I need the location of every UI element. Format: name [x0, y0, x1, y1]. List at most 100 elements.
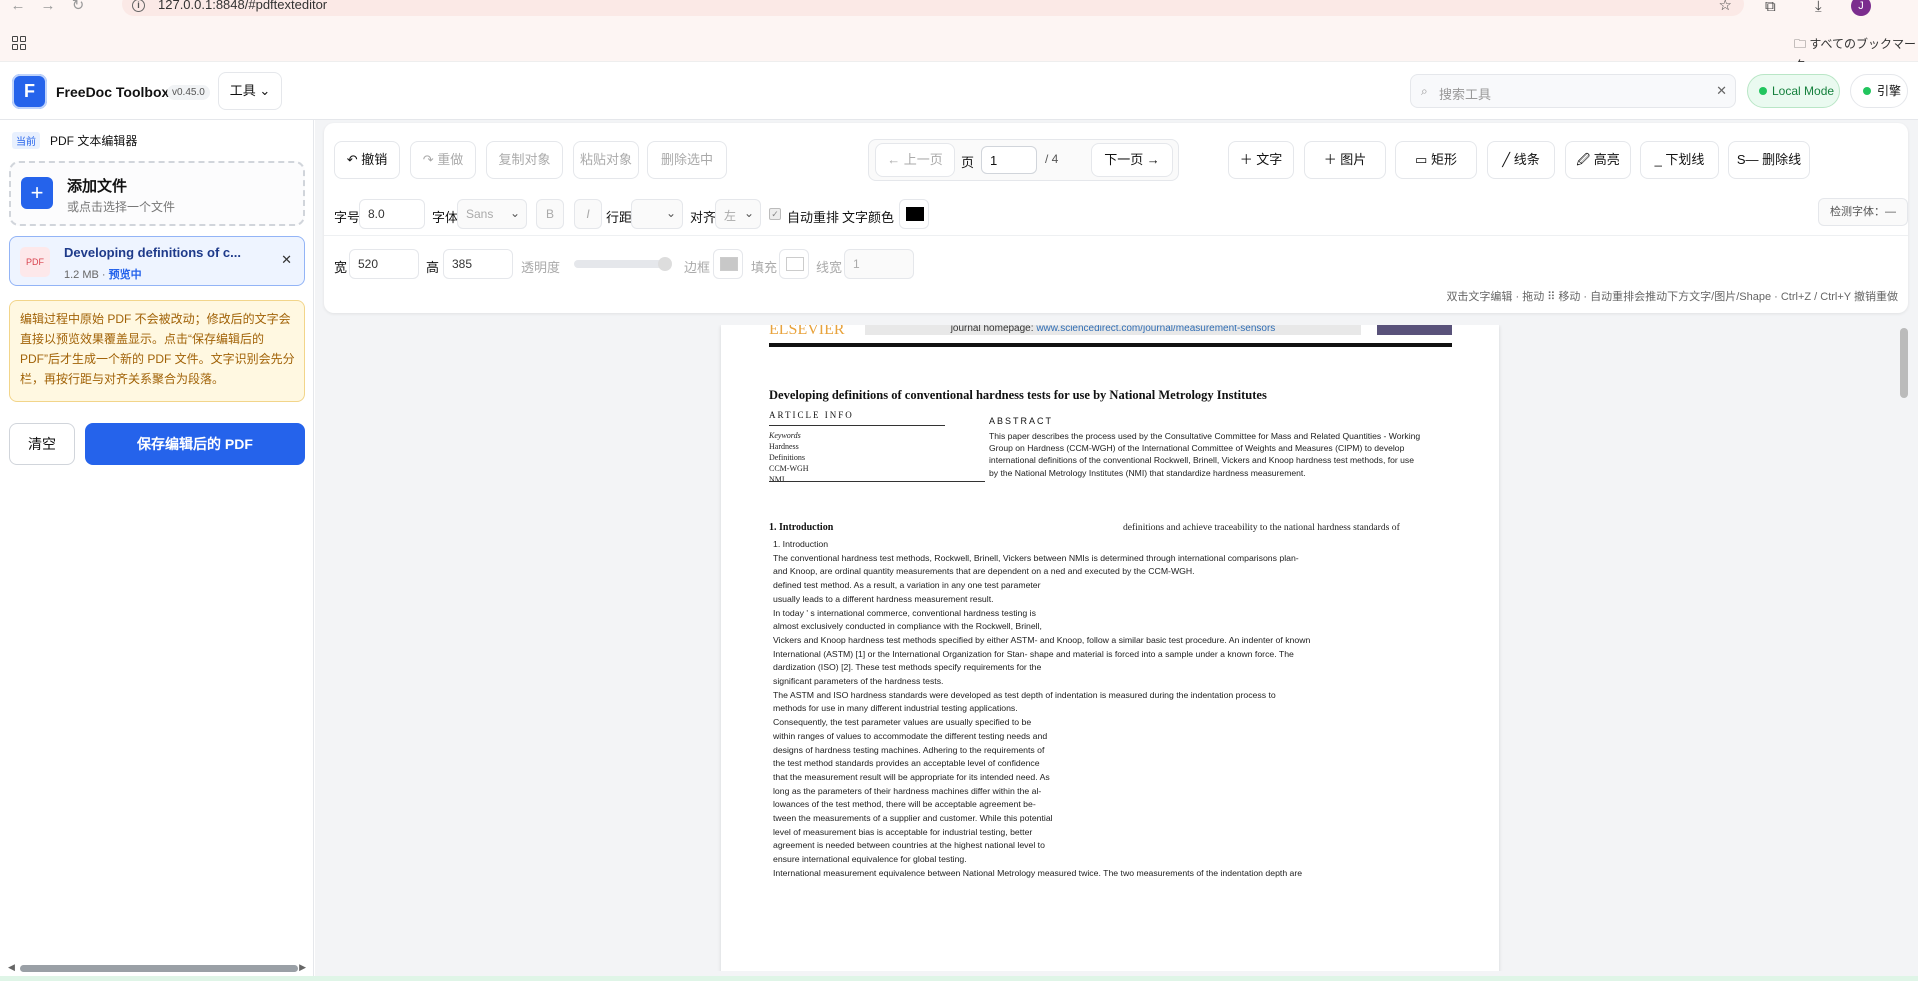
download-icon[interactable]: ⤓ — [1815, 0, 1822, 15]
text-line[interactable]: Consequently, the test parameter values … — [773, 716, 1463, 730]
text-line[interactable]: and Knoop, are ordinal quantity measurem… — [773, 565, 1463, 579]
reload-icon[interactable]: ↻ — [68, 0, 88, 14]
text-line[interactable]: significant parameters of the hardness t… — [773, 675, 1463, 689]
scroll-left-icon[interactable]: ◀ — [8, 962, 15, 973]
delete-selected-button[interactable]: 删除选中 — [647, 141, 727, 179]
text-line[interactable]: methods for use in many different indust… — [773, 702, 1463, 716]
add-file-dropzone[interactable]: + 添加文件 或点击选择一个文件 — [9, 161, 305, 226]
address-bar[interactable]: i 127.0.0.1:8848/#pdftexteditor ☆ — [122, 0, 1744, 16]
search-input[interactable]: 搜索工具 — [1439, 84, 1491, 103]
add-text-button[interactable]: ＋ 文字 — [1228, 141, 1294, 179]
abstract-text[interactable]: This paper describes the process used by… — [989, 430, 1447, 479]
font-family-select[interactable]: Sans ⌄ — [457, 199, 527, 229]
text-line[interactable]: The conventional hardness test methods, … — [773, 552, 1463, 566]
local-mode-badge[interactable]: Local Mode — [1747, 74, 1840, 108]
text-line[interactable]: 1. Introduction — [773, 538, 1463, 552]
keywords-block[interactable]: Keywords Hardness Definitions CCM-WGH NM… — [769, 430, 809, 485]
journal-link[interactable]: www.sciencedirect.com/journal/measuremen… — [1036, 325, 1275, 334]
auto-reflow-checkbox[interactable]: ✓ — [769, 208, 781, 220]
header-rule — [769, 343, 1452, 347]
font-size-input[interactable]: 8.0 — [359, 199, 425, 229]
text-line[interactable]: level of measurement bias is acceptable … — [773, 826, 1463, 840]
line-button[interactable]: ╱ 线条 — [1487, 141, 1555, 179]
site-info-icon[interactable]: i — [132, 0, 145, 12]
back-icon[interactable]: ← — [8, 0, 28, 14]
text-line[interactable]: that the measurement result will be appr… — [773, 771, 1463, 785]
bookmark-star-icon[interactable]: ☆ — [1719, 0, 1732, 14]
forward-icon[interactable]: → — [38, 0, 58, 14]
rectangle-button[interactable]: ▭ 矩形 — [1395, 141, 1477, 179]
underline-button[interactable]: _ 下划线 — [1640, 141, 1719, 179]
next-page-button[interactable]: 下一页 → — [1091, 143, 1173, 177]
text-line[interactable]: the test method standards provides an ac… — [773, 757, 1463, 771]
chevron-down-icon: ⌄ — [665, 206, 676, 220]
text-line[interactable]: lowances of the test method, there will … — [773, 798, 1463, 812]
scrollbar-thumb[interactable] — [20, 965, 298, 972]
fill-color-picker[interactable] — [779, 249, 809, 279]
sidebar-scrollbar[interactable]: ◀ ▶ — [8, 962, 306, 974]
editable-text-block[interactable]: 1. Introduction The conventional hardness… — [773, 538, 1463, 881]
intro-right-column[interactable]: definitions and achieve traceability to … — [1123, 522, 1400, 534]
file-card[interactable]: PDF Developing definitions of c... 1.2 M… — [9, 236, 305, 286]
text-line[interactable]: Vickers and Knoop hardness test methods … — [773, 634, 1463, 648]
text-line[interactable]: almost exclusively conducted in complian… — [773, 620, 1463, 634]
width-input[interactable]: 520 — [349, 249, 419, 279]
text-line[interactable]: agreement is needed between countries at… — [773, 839, 1463, 853]
extensions-icon[interactable]: ⧉ — [1765, 0, 1776, 15]
info-notice: 编辑过程中原始 PDF 不会被改动；修改后的文字会直接以预览效果覆盖显示。点击“… — [9, 300, 305, 402]
page-navigator: ← 上一页 页 1 / 4 下一页 → — [868, 139, 1179, 181]
opacity-slider[interactable] — [574, 257, 672, 271]
text-line[interactable]: defined test method. As a result, a vari… — [773, 579, 1463, 593]
text-line[interactable]: ensure international equivalence for glo… — [773, 853, 1463, 867]
intro-heading[interactable]: 1. Introduction — [769, 522, 833, 533]
plus-icon: + — [21, 177, 53, 209]
pdf-viewport[interactable]: ELSEVIER journal homepage: www.sciencedi… — [315, 325, 1900, 971]
text-line[interactable]: designs of hardness testing machines. Ad… — [773, 744, 1463, 758]
prev-page-button[interactable]: ← 上一页 — [875, 143, 955, 177]
line-height-select[interactable]: ⌄ — [631, 199, 683, 229]
scroll-right-icon[interactable]: ▶ — [299, 962, 306, 973]
text-line[interactable]: within ranges of values to accommodate t… — [773, 730, 1463, 744]
text-line[interactable]: International (ASTM) [1] or the Internat… — [773, 648, 1463, 662]
keyword-item: Hardness — [769, 442, 799, 451]
profile-avatar[interactable]: J — [1851, 0, 1871, 16]
text-line[interactable]: long as the parameters of their hardness… — [773, 785, 1463, 799]
highlight-button[interactable]: 🖉 高亮 — [1565, 141, 1631, 179]
tools-menu-button[interactable]: 工具 ⌄ — [218, 72, 282, 110]
keyword-item: Definitions — [769, 453, 805, 462]
text-line[interactable]: usually leads to a different hardness me… — [773, 593, 1463, 607]
italic-button[interactable]: I — [574, 199, 602, 229]
text-line[interactable]: In today ' s international commerce, con… — [773, 607, 1463, 621]
text-line[interactable]: The ASTM and ISO hardness standards were… — [773, 689, 1463, 703]
bold-button[interactable]: B — [536, 199, 564, 229]
apps-grid-icon[interactable] — [12, 36, 26, 50]
align-select[interactable]: 左 ⌄ — [715, 199, 761, 229]
engine-button[interactable]: 引擎 — [1850, 74, 1908, 108]
remove-file-icon[interactable]: ✕ — [281, 252, 292, 268]
line-width-input[interactable]: 1 — [844, 249, 914, 279]
clear-button[interactable]: 清空 — [9, 423, 75, 465]
strikethrough-button[interactable]: S— 删除线 — [1728, 141, 1810, 179]
page-number-input[interactable]: 1 — [981, 146, 1037, 174]
tool-search[interactable]: ⌕ 搜索工具 ✕ — [1410, 74, 1736, 108]
copy-object-button[interactable]: 复制对象 — [486, 141, 563, 179]
text-line[interactable]: International measurement equivalence be… — [773, 867, 1463, 881]
text-color-picker[interactable] — [899, 199, 929, 229]
current-tool-title: PDF 文本编辑器 — [50, 134, 138, 148]
paper-title[interactable]: Developing definitions of conventional h… — [769, 388, 1267, 403]
height-input[interactable]: 385 — [443, 249, 513, 279]
pdf-page[interactable]: ELSEVIER journal homepage: www.sciencedi… — [721, 325, 1499, 971]
clear-search-icon[interactable]: ✕ — [1716, 83, 1727, 99]
undo-button[interactable]: ↶ 撤销 — [334, 141, 400, 179]
add-image-button[interactable]: ＋ 图片 — [1304, 141, 1386, 179]
paste-object-button[interactable]: 粘贴对象 — [573, 141, 639, 179]
border-color-picker[interactable] — [713, 249, 743, 279]
page-scrollbar-thumb[interactable] — [1900, 328, 1908, 398]
abstract-line: Group on Hardness (CCM-WGH) of the Inter… — [989, 443, 1405, 454]
redo-button[interactable]: ↷ 重做 — [410, 141, 476, 179]
url-text[interactable]: 127.0.0.1:8848/#pdftexteditor — [158, 0, 327, 12]
app-logo[interactable]: F — [12, 74, 47, 109]
save-pdf-button[interactable]: 保存编辑后的 PDF — [85, 423, 305, 465]
text-line[interactable]: tween the measurements of a supplier and… — [773, 812, 1463, 826]
text-line[interactable]: dardization (ISO) [2]. These test method… — [773, 661, 1463, 675]
